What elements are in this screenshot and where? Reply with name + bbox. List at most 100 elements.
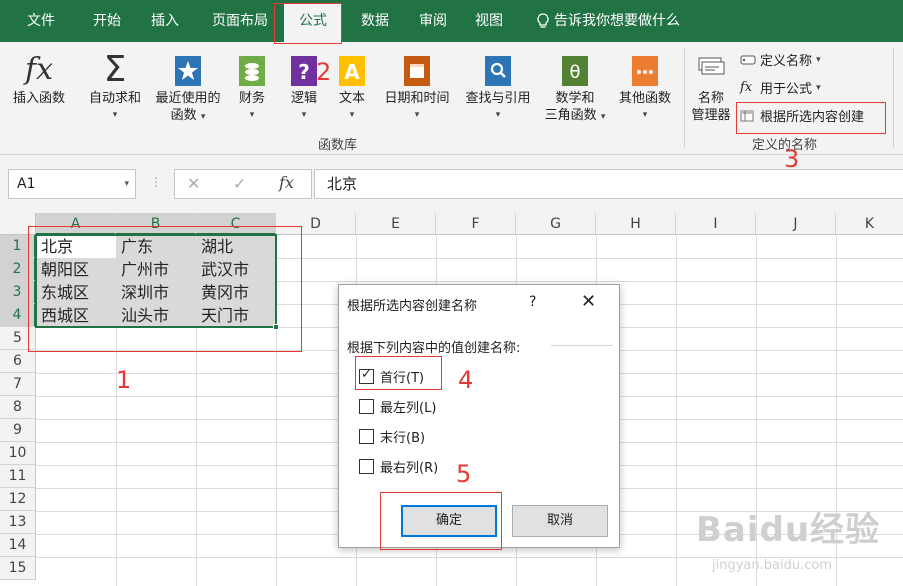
formula-bar: A1 ▾ ⋮ ✕ ✓ fx 北京: [0, 155, 903, 213]
coins-book-icon: [239, 56, 265, 86]
group-separator-2: [893, 48, 894, 148]
column-header[interactable]: H: [596, 213, 676, 235]
dialog-prompt: 根据下列内容中的值创建名称:: [347, 341, 521, 356]
formula-input[interactable]: 北京: [314, 169, 903, 199]
help-button[interactable]: ?: [529, 294, 536, 310]
row-header[interactable]: 11: [0, 465, 36, 488]
recently-used-button[interactable]: 最近使用的 函数 ▾: [150, 50, 226, 126]
tab-page-layout[interactable]: 页面布局: [204, 0, 276, 42]
checkbox-box[interactable]: [359, 459, 374, 474]
checkbox-box[interactable]: [359, 429, 374, 444]
checkbox-bottom-row-label: 末行(B): [380, 431, 426, 446]
annotation-box-1: [28, 226, 302, 352]
a-book-icon: A: [339, 56, 365, 86]
recent-label-2: 函数: [170, 108, 197, 123]
lookup-label: 查找与引用: [465, 91, 531, 106]
annotation-number-4: 4: [458, 366, 474, 394]
column-header[interactable]: E: [356, 213, 436, 235]
insert-function-button[interactable]: fx 插入函数: [6, 50, 72, 107]
use-in-formula-label: 用于公式: [760, 82, 813, 97]
watermark-url: jingyan.baidu.com: [712, 558, 832, 573]
row-header[interactable]: 8: [0, 396, 36, 419]
svg-text:?: ?: [298, 60, 310, 84]
name-manager-button[interactable]: 名称 管理器: [686, 52, 736, 124]
checkbox-right-column-label: 最右列(R): [380, 461, 439, 476]
row-header[interactable]: 15: [0, 557, 36, 580]
checkbox-bottom-row[interactable]: 末行(B): [359, 427, 425, 446]
math-label-1: 数学和: [555, 91, 595, 106]
tab-home[interactable]: 开始: [80, 0, 134, 42]
logical-label: 逻辑: [290, 91, 317, 106]
column-header[interactable]: I: [676, 213, 756, 235]
ellipsis-book-icon: [632, 56, 658, 86]
drag-handle-icon[interactable]: ⋮: [150, 175, 162, 189]
math-label-2: 三角函数: [544, 108, 597, 123]
theta-book-icon: θ: [562, 56, 588, 86]
close-icon[interactable]: ✕: [581, 291, 596, 312]
lookup-button[interactable]: 查找与引用 ▾: [458, 50, 538, 124]
ribbon-tab-bar: 文件 开始 插入 页面布局 公式 数据 审阅 视图 告诉我你想要做什么: [0, 0, 903, 42]
svg-text:θ: θ: [569, 62, 580, 83]
annotation-number-5: 5: [456, 460, 472, 488]
watermark-logo: Baidu经验: [696, 510, 881, 550]
column-header[interactable]: G: [516, 213, 596, 235]
use-in-formula-button[interactable]: fx 用于公式 ▾: [740, 78, 821, 97]
more-functions-button[interactable]: 其他函数 ▾: [612, 50, 678, 124]
checkbox-left-column-label: 最左列(L): [380, 401, 437, 416]
tab-data[interactable]: 数据: [348, 0, 402, 42]
checkbox-left-column[interactable]: 最左列(L): [359, 397, 436, 416]
checkbox-box[interactable]: [359, 399, 374, 414]
name-box-dropdown-icon[interactable]: ▾: [124, 170, 129, 198]
annotation-box-4: [355, 356, 442, 390]
fx-icon: fx: [24, 52, 54, 87]
annotation-box-2: [274, 3, 342, 44]
row-header[interactable]: 13: [0, 511, 36, 534]
text-button[interactable]: A 文本 ▾: [332, 50, 372, 124]
fx-small-icon: fx: [740, 79, 753, 95]
column-header[interactable]: J: [756, 213, 836, 235]
dialog-divider: [551, 345, 613, 346]
annotation-number-2: 2: [316, 58, 332, 86]
annotation-number-1: 1: [116, 366, 132, 394]
annotation-box-5: [380, 492, 502, 550]
row-header[interactable]: 10: [0, 442, 36, 465]
row-header[interactable]: 14: [0, 534, 36, 557]
define-name-button[interactable]: 定义名称 ▾: [740, 50, 821, 69]
sigma-icon: Σ: [103, 49, 127, 90]
row-header[interactable]: 6: [0, 350, 36, 373]
autosum-button[interactable]: Σ 自动求和 ▾: [82, 50, 148, 124]
name-box[interactable]: A1 ▾: [8, 169, 136, 199]
dialog-title: 根据所选内容创建名称: [347, 299, 478, 314]
checkbox-right-column[interactable]: 最右列(R): [359, 457, 438, 476]
lightbulb-icon: [537, 13, 549, 28]
ribbon-formulas: fx 插入函数 Σ 自动求和 ▾ 最近使用的 函数 ▾ 财务 ▾ ? 逻辑 ▾ …: [0, 42, 903, 155]
insert-function-icon[interactable]: fx: [279, 173, 294, 192]
formula-buttons: ✕ ✓ fx: [174, 169, 312, 199]
enter-icon[interactable]: ✓: [233, 174, 246, 193]
tab-view[interactable]: 视图: [462, 0, 516, 42]
tab-review[interactable]: 审阅: [406, 0, 460, 42]
tab-insert[interactable]: 插入: [138, 0, 192, 42]
row-header[interactable]: 7: [0, 373, 36, 396]
cancel-button[interactable]: 取消: [512, 505, 608, 537]
autosum-caret: ▾: [112, 110, 118, 120]
recent-label-1: 最近使用的: [155, 91, 221, 106]
name-box-value: A1: [17, 176, 36, 192]
math-trig-button[interactable]: θ 数学和 三角函数 ▾: [540, 50, 610, 126]
cancel-icon[interactable]: ✕: [187, 174, 200, 193]
tab-file[interactable]: 文件: [14, 0, 68, 42]
insert-function-label: 插入函数: [12, 91, 65, 106]
tell-me-box[interactable]: 告诉我你想要做什么: [536, 0, 680, 42]
group-separator: [684, 48, 685, 148]
column-header[interactable]: K: [836, 213, 903, 235]
datetime-button[interactable]: 日期和时间 ▾: [378, 50, 456, 124]
magnifier-book-icon: [485, 56, 511, 86]
row-header[interactable]: 9: [0, 419, 36, 442]
more-label: 其他函数: [618, 91, 671, 106]
datetime-label: 日期和时间: [384, 91, 450, 106]
tell-me-label: 告诉我你想要做什么: [554, 13, 680, 29]
column-header[interactable]: F: [436, 213, 516, 235]
financial-button[interactable]: 财务 ▾: [230, 50, 274, 124]
row-header[interactable]: 12: [0, 488, 36, 511]
text-label: 文本: [338, 91, 365, 106]
